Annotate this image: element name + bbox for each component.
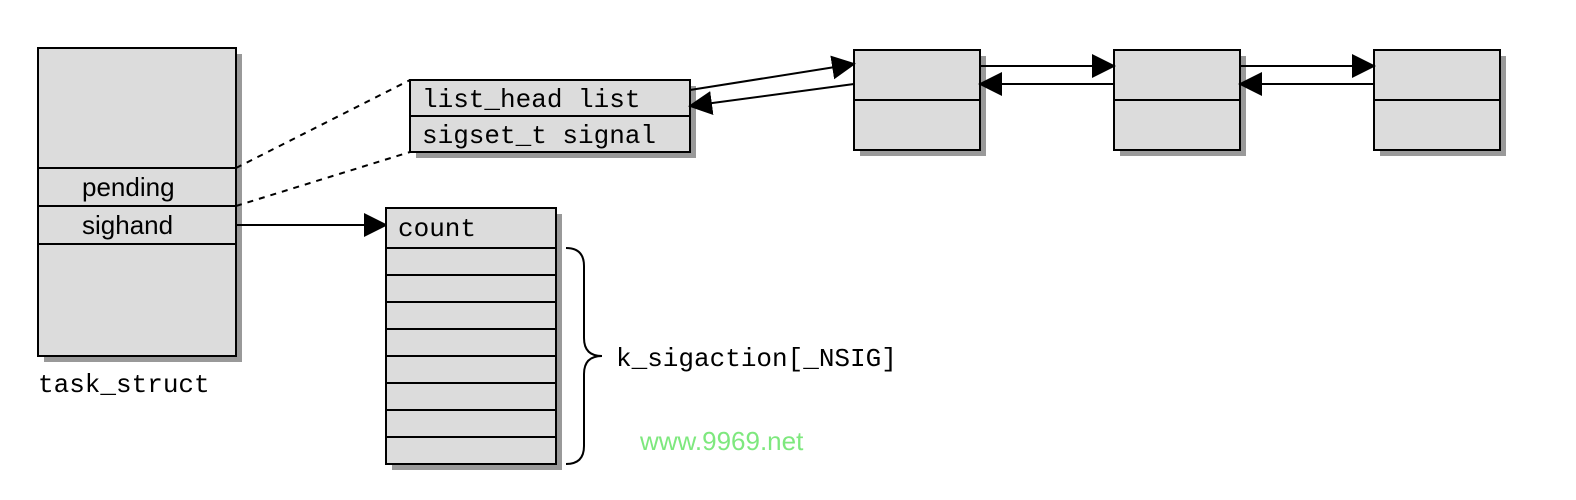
link-node1-to-node2: [980, 66, 1114, 84]
list-node-1: [854, 50, 986, 156]
sigset-field: sigset_t signal: [422, 121, 656, 151]
list-node-2: [1114, 50, 1246, 156]
task-struct-box: pending sighand: [38, 48, 242, 362]
brace-icon: [566, 248, 602, 464]
list-head-field: list_head list: [422, 85, 640, 115]
count-field: count: [398, 214, 476, 244]
link-node2-to-node3: [1240, 66, 1374, 84]
pending-field: pending: [82, 172, 175, 202]
sighand-struct-box: count: [386, 208, 562, 470]
callout-line-bottom: [236, 152, 410, 206]
task-struct-label: task_struct: [38, 370, 210, 400]
sighand-field: sighand: [82, 210, 173, 240]
link-pending-to-node1: [690, 64, 854, 106]
k-sigaction-label: k_sigaction[_NSIG]: [616, 344, 897, 374]
callout-line-top: [236, 80, 410, 168]
pending-struct-box: list_head list sigset_t signal: [410, 80, 696, 158]
watermark: www.9969.net: [639, 426, 804, 456]
list-node-3: [1374, 50, 1506, 156]
